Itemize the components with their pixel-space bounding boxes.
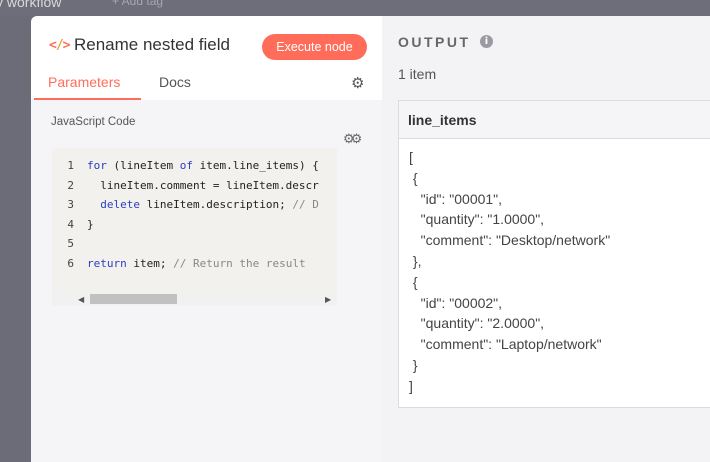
line-number: 5 bbox=[67, 237, 74, 250]
line-number: 1 bbox=[67, 159, 74, 172]
line-number: 3 bbox=[67, 198, 74, 211]
code-line[interactable]: delete lineItem.description; // D bbox=[87, 195, 337, 215]
line-number: 6 bbox=[67, 256, 74, 270]
line-number-gutter: 1 2 3 4 5 6 bbox=[52, 156, 80, 273]
tab-parameters[interactable]: Parameters bbox=[48, 74, 120, 90]
workflow-name: y workflow bbox=[0, 0, 62, 10]
code-line[interactable]: for (lineItem of item.line_items) { bbox=[87, 156, 337, 176]
code-lines[interactable]: for (lineItem of item.line_items) { line… bbox=[87, 156, 337, 273]
add-tag-link[interactable]: + Add tag bbox=[112, 0, 163, 8]
info-icon[interactable]: i bbox=[480, 35, 493, 48]
code-line[interactable]: return item; // Return the result bbox=[87, 254, 337, 274]
json-cell[interactable]: [ { "id": "00001", "quantity": "1.0000",… bbox=[409, 147, 610, 397]
code-icon: </> bbox=[49, 38, 71, 53]
column-header-label: line_items bbox=[408, 112, 477, 128]
json-line: "quantity": "2.0000", bbox=[409, 315, 545, 332]
scroll-left-arrow-icon[interactable]: ◀ bbox=[78, 295, 84, 304]
javascript-code-label: JavaScript Code bbox=[51, 116, 136, 128]
output-panel: OUTPUT i 1 item line_items [ { "id": "00… bbox=[382, 16, 710, 462]
json-line: { bbox=[409, 273, 418, 290]
workflow-header-backdrop: y workflow + Add tag bbox=[0, 0, 710, 16]
item-count: 1 item bbox=[398, 66, 437, 82]
node-parameters-panel: </> Rename nested field Execute node Par… bbox=[31, 16, 382, 462]
json-line: "id": "00002", bbox=[409, 294, 503, 311]
line-number: 4 bbox=[67, 217, 74, 231]
scrollbar-thumb[interactable] bbox=[90, 294, 177, 304]
code-editor[interactable]: 1 2 3 4 5 6 for (lineItem of item.line_i… bbox=[52, 148, 337, 306]
json-line: }, bbox=[409, 252, 422, 269]
json-line: ] bbox=[409, 377, 413, 394]
json-line: "id": "00001", bbox=[409, 190, 503, 207]
tab-docs[interactable]: Docs bbox=[159, 74, 191, 90]
json-line: "quantity": "1.0000", bbox=[409, 211, 545, 228]
scroll-right-arrow-icon[interactable]: ▶ bbox=[325, 295, 331, 304]
node-title[interactable]: Rename nested field bbox=[74, 35, 230, 55]
output-title: OUTPUT bbox=[398, 34, 471, 50]
code-options-gears-icon[interactable]: ⚙⚙ bbox=[343, 131, 362, 147]
code-line[interactable]: } bbox=[87, 215, 337, 235]
execute-node-button[interactable]: Execute node bbox=[262, 34, 367, 60]
json-line: } bbox=[409, 356, 418, 373]
column-header: line_items bbox=[399, 101, 710, 139]
parameters-area: JavaScript Code ⚙⚙ 1 2 3 4 5 6 for (line… bbox=[31, 100, 382, 462]
json-line: { bbox=[409, 169, 418, 186]
line-number: 2 bbox=[67, 178, 74, 192]
settings-gear-icon[interactable]: ⚙ bbox=[351, 74, 364, 92]
code-line[interactable]: lineItem.comment = lineItem.descr bbox=[87, 176, 337, 196]
output-table: line_items [ { "id": "00001", "quantity"… bbox=[398, 100, 710, 408]
canvas-backdrop bbox=[0, 16, 31, 462]
json-line: "comment": "Laptop/network" bbox=[409, 336, 602, 353]
json-line: "comment": "Desktop/network" bbox=[409, 232, 611, 249]
node-tabs: Parameters Docs bbox=[31, 74, 382, 100]
json-line: [ bbox=[409, 149, 413, 165]
code-line[interactable] bbox=[87, 234, 337, 254]
